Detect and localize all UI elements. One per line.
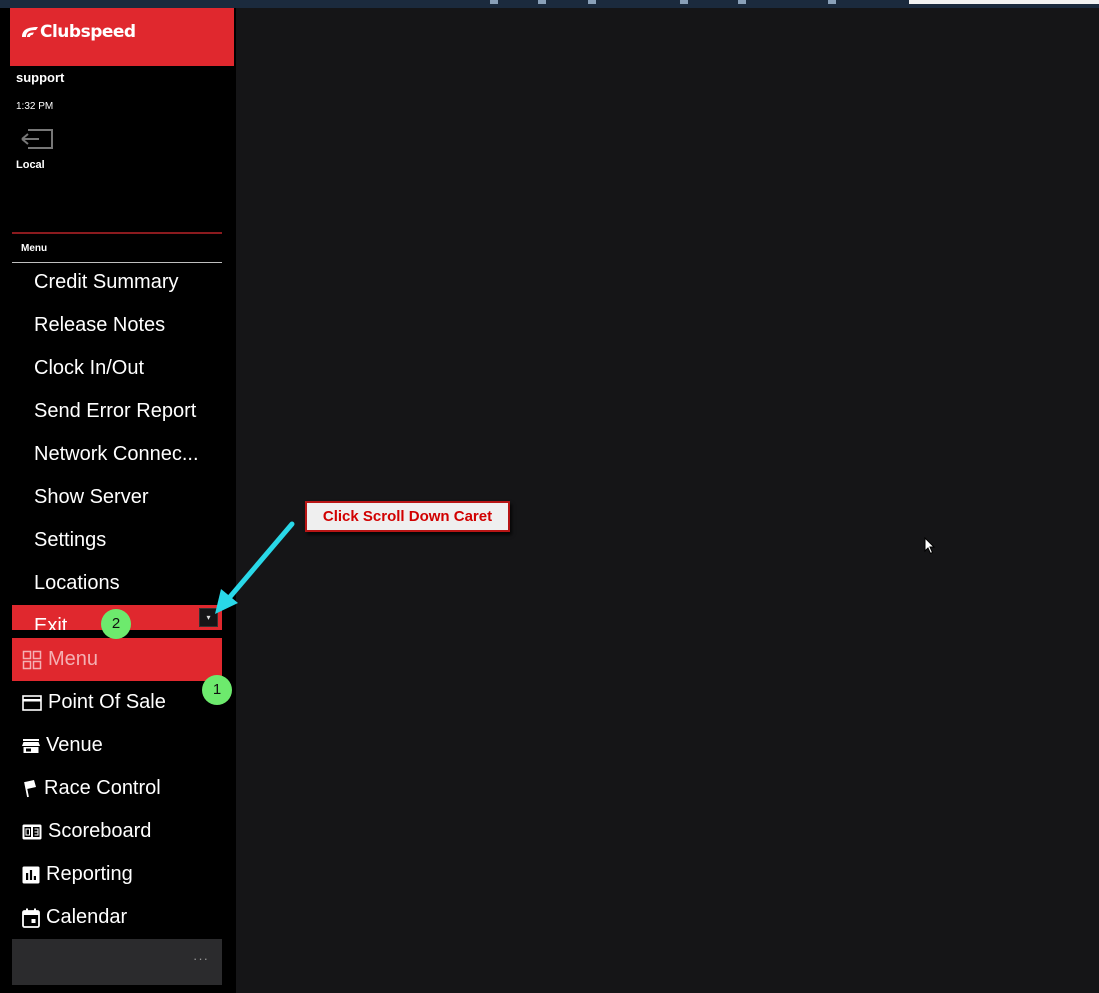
- clubspeed-logo-mark-icon: [22, 27, 38, 37]
- menu-item-release-notes[interactable]: Release Notes: [12, 304, 222, 347]
- menu-item-network-connections[interactable]: Network Connec...: [12, 433, 222, 476]
- annotation-callout: Click Scroll Down Caret: [305, 501, 510, 532]
- menu-item-send-error-report[interactable]: Send Error Report: [12, 390, 222, 433]
- nav-item-venue[interactable]: Venue: [12, 724, 222, 767]
- calendar-icon: [22, 908, 40, 928]
- taskbar-icon[interactable]: [828, 0, 836, 4]
- os-taskbar: [0, 0, 1099, 8]
- store-icon: [22, 738, 40, 753]
- nav-item-race-control[interactable]: Race Control: [12, 767, 222, 810]
- step-badge-2: 2: [101, 609, 131, 639]
- location-label: Local: [16, 159, 45, 171]
- clock-time: 1:32 PM: [16, 101, 54, 112]
- menu-item-clock-in-out[interactable]: Clock In/Out: [12, 347, 222, 390]
- flag-icon: [24, 779, 36, 797]
- scoreboard-icon: [22, 824, 42, 839]
- taskbar-icon[interactable]: [680, 0, 688, 4]
- taskbar-icon[interactable]: [738, 0, 746, 4]
- nav-item-label: Point Of Sale: [48, 691, 166, 713]
- nav-item-menu[interactable]: Menu: [12, 638, 222, 681]
- menu-item-show-server[interactable]: Show Server: [12, 476, 222, 519]
- more-options-icon[interactable]: ···: [193, 951, 209, 966]
- grid-icon: [22, 650, 42, 669]
- nav-item-label: Venue: [46, 734, 103, 756]
- brand-name: Clubspeed: [40, 22, 136, 42]
- nav-item-scoreboard[interactable]: Scoreboard: [12, 810, 222, 853]
- nav-item-calendar[interactable]: Calendar: [12, 896, 222, 939]
- step-badge-1: 1: [202, 675, 232, 705]
- nav-item-label: Reporting: [46, 863, 133, 885]
- menu-list[interactable]: Credit Summary Release Notes Clock In/Ou…: [12, 261, 222, 630]
- menu-header-label: Menu: [21, 243, 48, 254]
- menu-item-credit-summary[interactable]: Credit Summary: [12, 261, 222, 304]
- menu-item-settings[interactable]: Settings: [12, 519, 222, 562]
- bar-chart-icon: [22, 866, 40, 883]
- nav-item-reporting[interactable]: Reporting: [12, 853, 222, 896]
- user-name: support: [16, 70, 65, 85]
- nav-item-label: Menu: [48, 648, 99, 670]
- logout-icon[interactable]: [19, 127, 55, 156]
- scroll-down-caret[interactable]: ▾: [199, 608, 218, 627]
- taskbar-icon[interactable]: [588, 0, 596, 4]
- credit-card-icon: [22, 694, 42, 711]
- nav-item-label: Calendar: [46, 906, 128, 928]
- taskbar-icon[interactable]: [538, 0, 546, 4]
- menu-section-header: Menu: [12, 232, 222, 263]
- brand-header: Clubspeed: [10, 8, 234, 66]
- sidebar-footer: ···: [12, 939, 222, 985]
- taskbar-search-box[interactable]: [909, 0, 1099, 4]
- taskbar-icon[interactable]: [490, 0, 498, 4]
- main-nav: Menu Point Of Sale Venue Race Control Sc…: [12, 638, 222, 939]
- clubspeed-logo: Clubspeed: [19, 22, 136, 42]
- mouse-cursor-icon: [924, 537, 936, 555]
- nav-item-label: Scoreboard: [48, 820, 152, 842]
- nav-item-point-of-sale[interactable]: Point Of Sale: [12, 681, 222, 724]
- nav-item-label: Race Control: [44, 777, 161, 799]
- menu-item-locations[interactable]: Locations: [12, 562, 222, 605]
